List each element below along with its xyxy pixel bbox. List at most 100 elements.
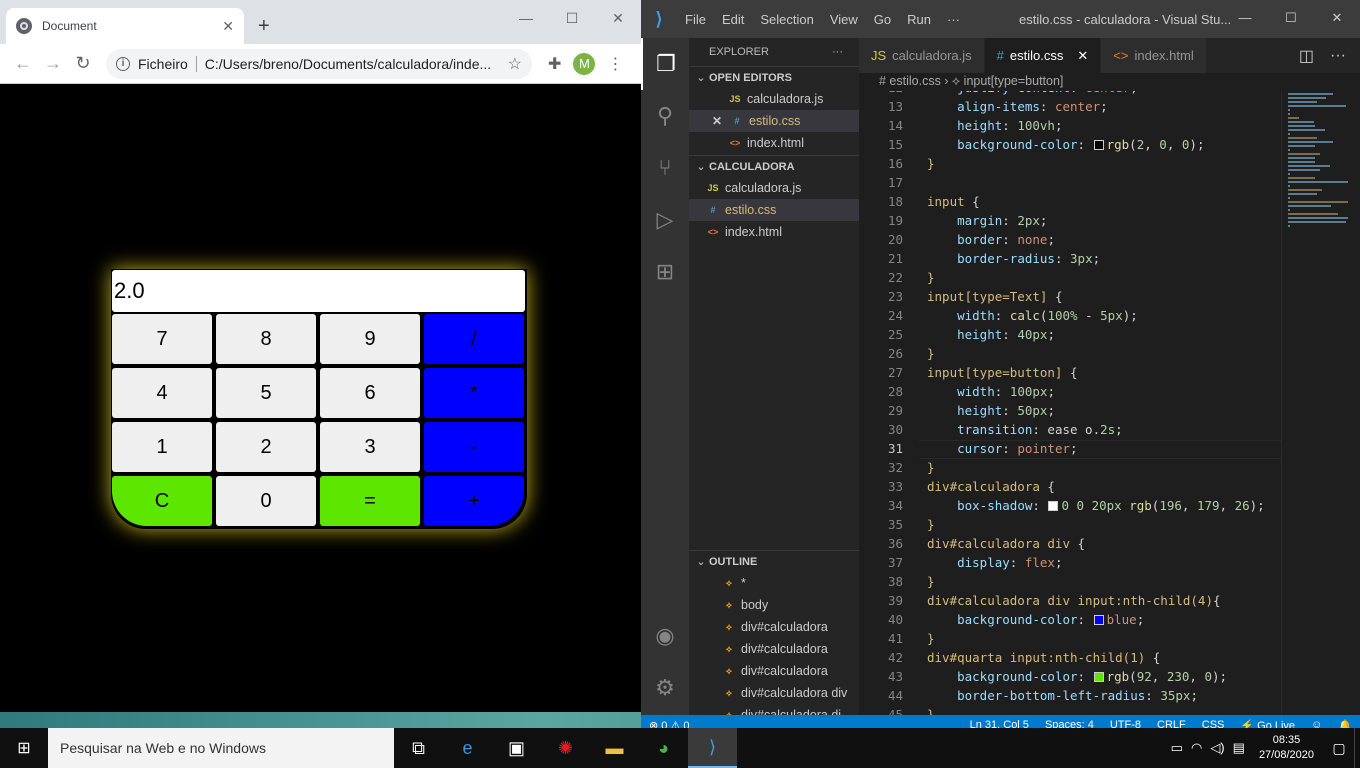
code-line[interactable]: width: calc(100% - 5px); bbox=[927, 308, 1138, 323]
show-desktop-button[interactable] bbox=[1354, 728, 1360, 768]
key-2[interactable]: 2 bbox=[216, 422, 316, 472]
app-icon[interactable]: ✺ bbox=[541, 728, 590, 768]
menu-view[interactable]: View bbox=[822, 12, 866, 27]
close-window-button[interactable]: ✕ bbox=[595, 10, 641, 27]
file-explorer-icon[interactable]: ▬ bbox=[590, 728, 639, 768]
code-line[interactable]: div#calculadora div { bbox=[927, 536, 1085, 551]
key-7[interactable]: 7 bbox=[112, 314, 212, 364]
code-line[interactable]: border-radius: 3px; bbox=[927, 251, 1100, 266]
code-line[interactable]: box-shadow: 0 0 20px rgb(196, 179, 26); bbox=[927, 498, 1265, 513]
chrome-menu-icon[interactable]: ⋮ bbox=[607, 54, 623, 74]
open-editor-item[interactable]: <> index.html bbox=[689, 132, 859, 154]
maximize-button[interactable]: ☐ bbox=[549, 10, 595, 27]
menu-more[interactable]: ··· bbox=[939, 12, 968, 27]
code-line[interactable]: div#calculadora { bbox=[927, 479, 1055, 494]
task-view-icon[interactable]: ⧉ bbox=[394, 728, 443, 768]
code-line[interactable]: transition: ease o.2s; bbox=[927, 422, 1123, 437]
key-subtract[interactable]: - bbox=[424, 422, 524, 472]
chrome-icon[interactable]: ◕ bbox=[639, 728, 688, 768]
clock[interactable]: 08:35 27/08/2020 bbox=[1249, 733, 1324, 763]
code-line[interactable]: } bbox=[927, 270, 935, 285]
tab-estilo-css[interactable]: # estilo.css ✕ bbox=[984, 38, 1102, 73]
breadcrumb[interactable]: # estilo.css › ⟡ input[type=button] bbox=[859, 73, 1360, 91]
code-line[interactable]: input { bbox=[927, 194, 980, 209]
code-line[interactable]: width: 100px; bbox=[927, 384, 1055, 399]
new-tab-button[interactable]: + bbox=[258, 16, 270, 36]
code-line[interactable]: cursor: pointer; bbox=[927, 441, 1077, 456]
more-actions-icon[interactable]: ··· bbox=[1330, 47, 1346, 65]
open-editor-item[interactable]: JS calculadora.js bbox=[689, 88, 859, 110]
code-line[interactable]: align-items: center; bbox=[927, 99, 1108, 114]
key-multiply[interactable]: * bbox=[424, 368, 524, 418]
code-line[interactable]: } bbox=[927, 707, 935, 715]
reload-button[interactable]: ↻ bbox=[68, 53, 98, 74]
key-5[interactable]: 5 bbox=[216, 368, 316, 418]
outline-item[interactable]: ⟡ div#calculadora bbox=[689, 660, 859, 682]
key-1[interactable]: 1 bbox=[112, 422, 212, 472]
close-tab-icon[interactable]: ✕ bbox=[222, 18, 234, 35]
code-line[interactable]: display: flex; bbox=[927, 555, 1062, 570]
open-editors-header[interactable]: ⌄ OPEN EDITORS bbox=[689, 66, 859, 88]
file-item[interactable]: JS calculadora.js bbox=[689, 177, 859, 199]
folder-header[interactable]: ⌄ CALCULADORA bbox=[689, 155, 859, 177]
account-icon[interactable]: ◉ bbox=[641, 610, 689, 662]
code-line[interactable]: border-bottom-left-radius: 35px; bbox=[927, 688, 1198, 703]
key-6[interactable]: 6 bbox=[320, 368, 420, 418]
key-4[interactable]: 4 bbox=[112, 368, 212, 418]
key-9[interactable]: 9 bbox=[320, 314, 420, 364]
menu-file[interactable]: File bbox=[677, 12, 714, 27]
calculator-display[interactable] bbox=[112, 270, 525, 312]
tab-calculadora-js[interactable]: JS calculadora.js bbox=[859, 38, 985, 73]
code-line[interactable]: } bbox=[927, 346, 935, 361]
menu-edit[interactable]: Edit bbox=[714, 12, 752, 27]
taskbar-search[interactable]: Pesquisar na Web e no Windows bbox=[48, 728, 394, 768]
run-debug-icon[interactable]: ▷ bbox=[641, 194, 689, 246]
explorer-icon[interactable]: ❐ bbox=[641, 38, 689, 90]
key-divide[interactable]: / bbox=[424, 314, 524, 364]
code-line[interactable]: background-color: rgb(92, 230, 0); bbox=[927, 669, 1227, 684]
split-editor-icon[interactable]: ◫ bbox=[1299, 46, 1314, 66]
outline-item[interactable]: ⟡ * bbox=[689, 572, 859, 594]
code-editor[interactable]: 12 justify-content: center; 13 align-item… bbox=[859, 91, 1281, 715]
code-line[interactable]: input[type=button] { bbox=[927, 365, 1078, 380]
code-line[interactable]: } bbox=[927, 631, 935, 646]
code-line[interactable]: margin: 2px; bbox=[927, 213, 1047, 228]
back-button[interactable]: ← bbox=[8, 53, 38, 74]
minimize-button[interactable]: — bbox=[1222, 10, 1268, 26]
edge-icon[interactable]: e bbox=[443, 728, 492, 768]
code-line[interactable]: background-color: rgb(2, 0, 0); bbox=[927, 137, 1204, 152]
outline-item[interactable]: ⟡ div#calculadora bbox=[689, 616, 859, 638]
keyboard-icon[interactable]: ▤ bbox=[1229, 740, 1249, 756]
key-3[interactable]: 3 bbox=[320, 422, 420, 472]
volume-icon[interactable]: ◁) bbox=[1206, 740, 1228, 756]
close-icon[interactable]: ✕ bbox=[709, 110, 725, 132]
extensions-icon[interactable]: ✚ bbox=[548, 54, 561, 74]
code-line[interactable]: justify-content: center; bbox=[927, 91, 1138, 95]
code-line[interactable]: div#calculadora div input:nth-child(4){ bbox=[927, 593, 1221, 608]
close-window-button[interactable]: ✕ bbox=[1314, 10, 1360, 26]
key-clear[interactable]: C bbox=[112, 476, 212, 526]
code-line[interactable]: height: 50px; bbox=[927, 403, 1055, 418]
outline-header[interactable]: ⌄ OUTLINE bbox=[689, 550, 859, 572]
forward-button[interactable]: → bbox=[38, 53, 68, 74]
extensions-icon[interactable]: ⊞ bbox=[641, 246, 689, 298]
bookmark-star-icon[interactable]: ☆ bbox=[508, 54, 522, 74]
code-line[interactable]: } bbox=[927, 460, 935, 475]
settings-gear-icon[interactable]: ⚙ bbox=[641, 662, 689, 714]
menu-run[interactable]: Run bbox=[899, 12, 939, 27]
code-line[interactable]: } bbox=[927, 156, 935, 171]
file-item[interactable]: # estilo.css bbox=[689, 199, 859, 221]
file-item[interactable]: <> index.html bbox=[689, 221, 859, 243]
minimize-button[interactable]: — bbox=[503, 10, 549, 27]
key-add[interactable]: + bbox=[424, 476, 524, 526]
menu-go[interactable]: Go bbox=[866, 12, 899, 27]
profile-avatar[interactable]: M bbox=[573, 52, 596, 75]
code-line[interactable]: height: 40px; bbox=[927, 327, 1055, 342]
key-0[interactable]: 0 bbox=[216, 476, 316, 526]
battery-icon[interactable]: ▭ bbox=[1167, 740, 1187, 756]
open-editor-item[interactable]: ✕ # estilo.css bbox=[689, 110, 859, 132]
code-line[interactable]: input[type=Text] { bbox=[927, 289, 1062, 304]
source-control-icon[interactable]: ⑂ bbox=[641, 142, 689, 194]
minimap[interactable] bbox=[1281, 91, 1360, 715]
explorer-more-button[interactable]: ··· bbox=[832, 38, 843, 66]
